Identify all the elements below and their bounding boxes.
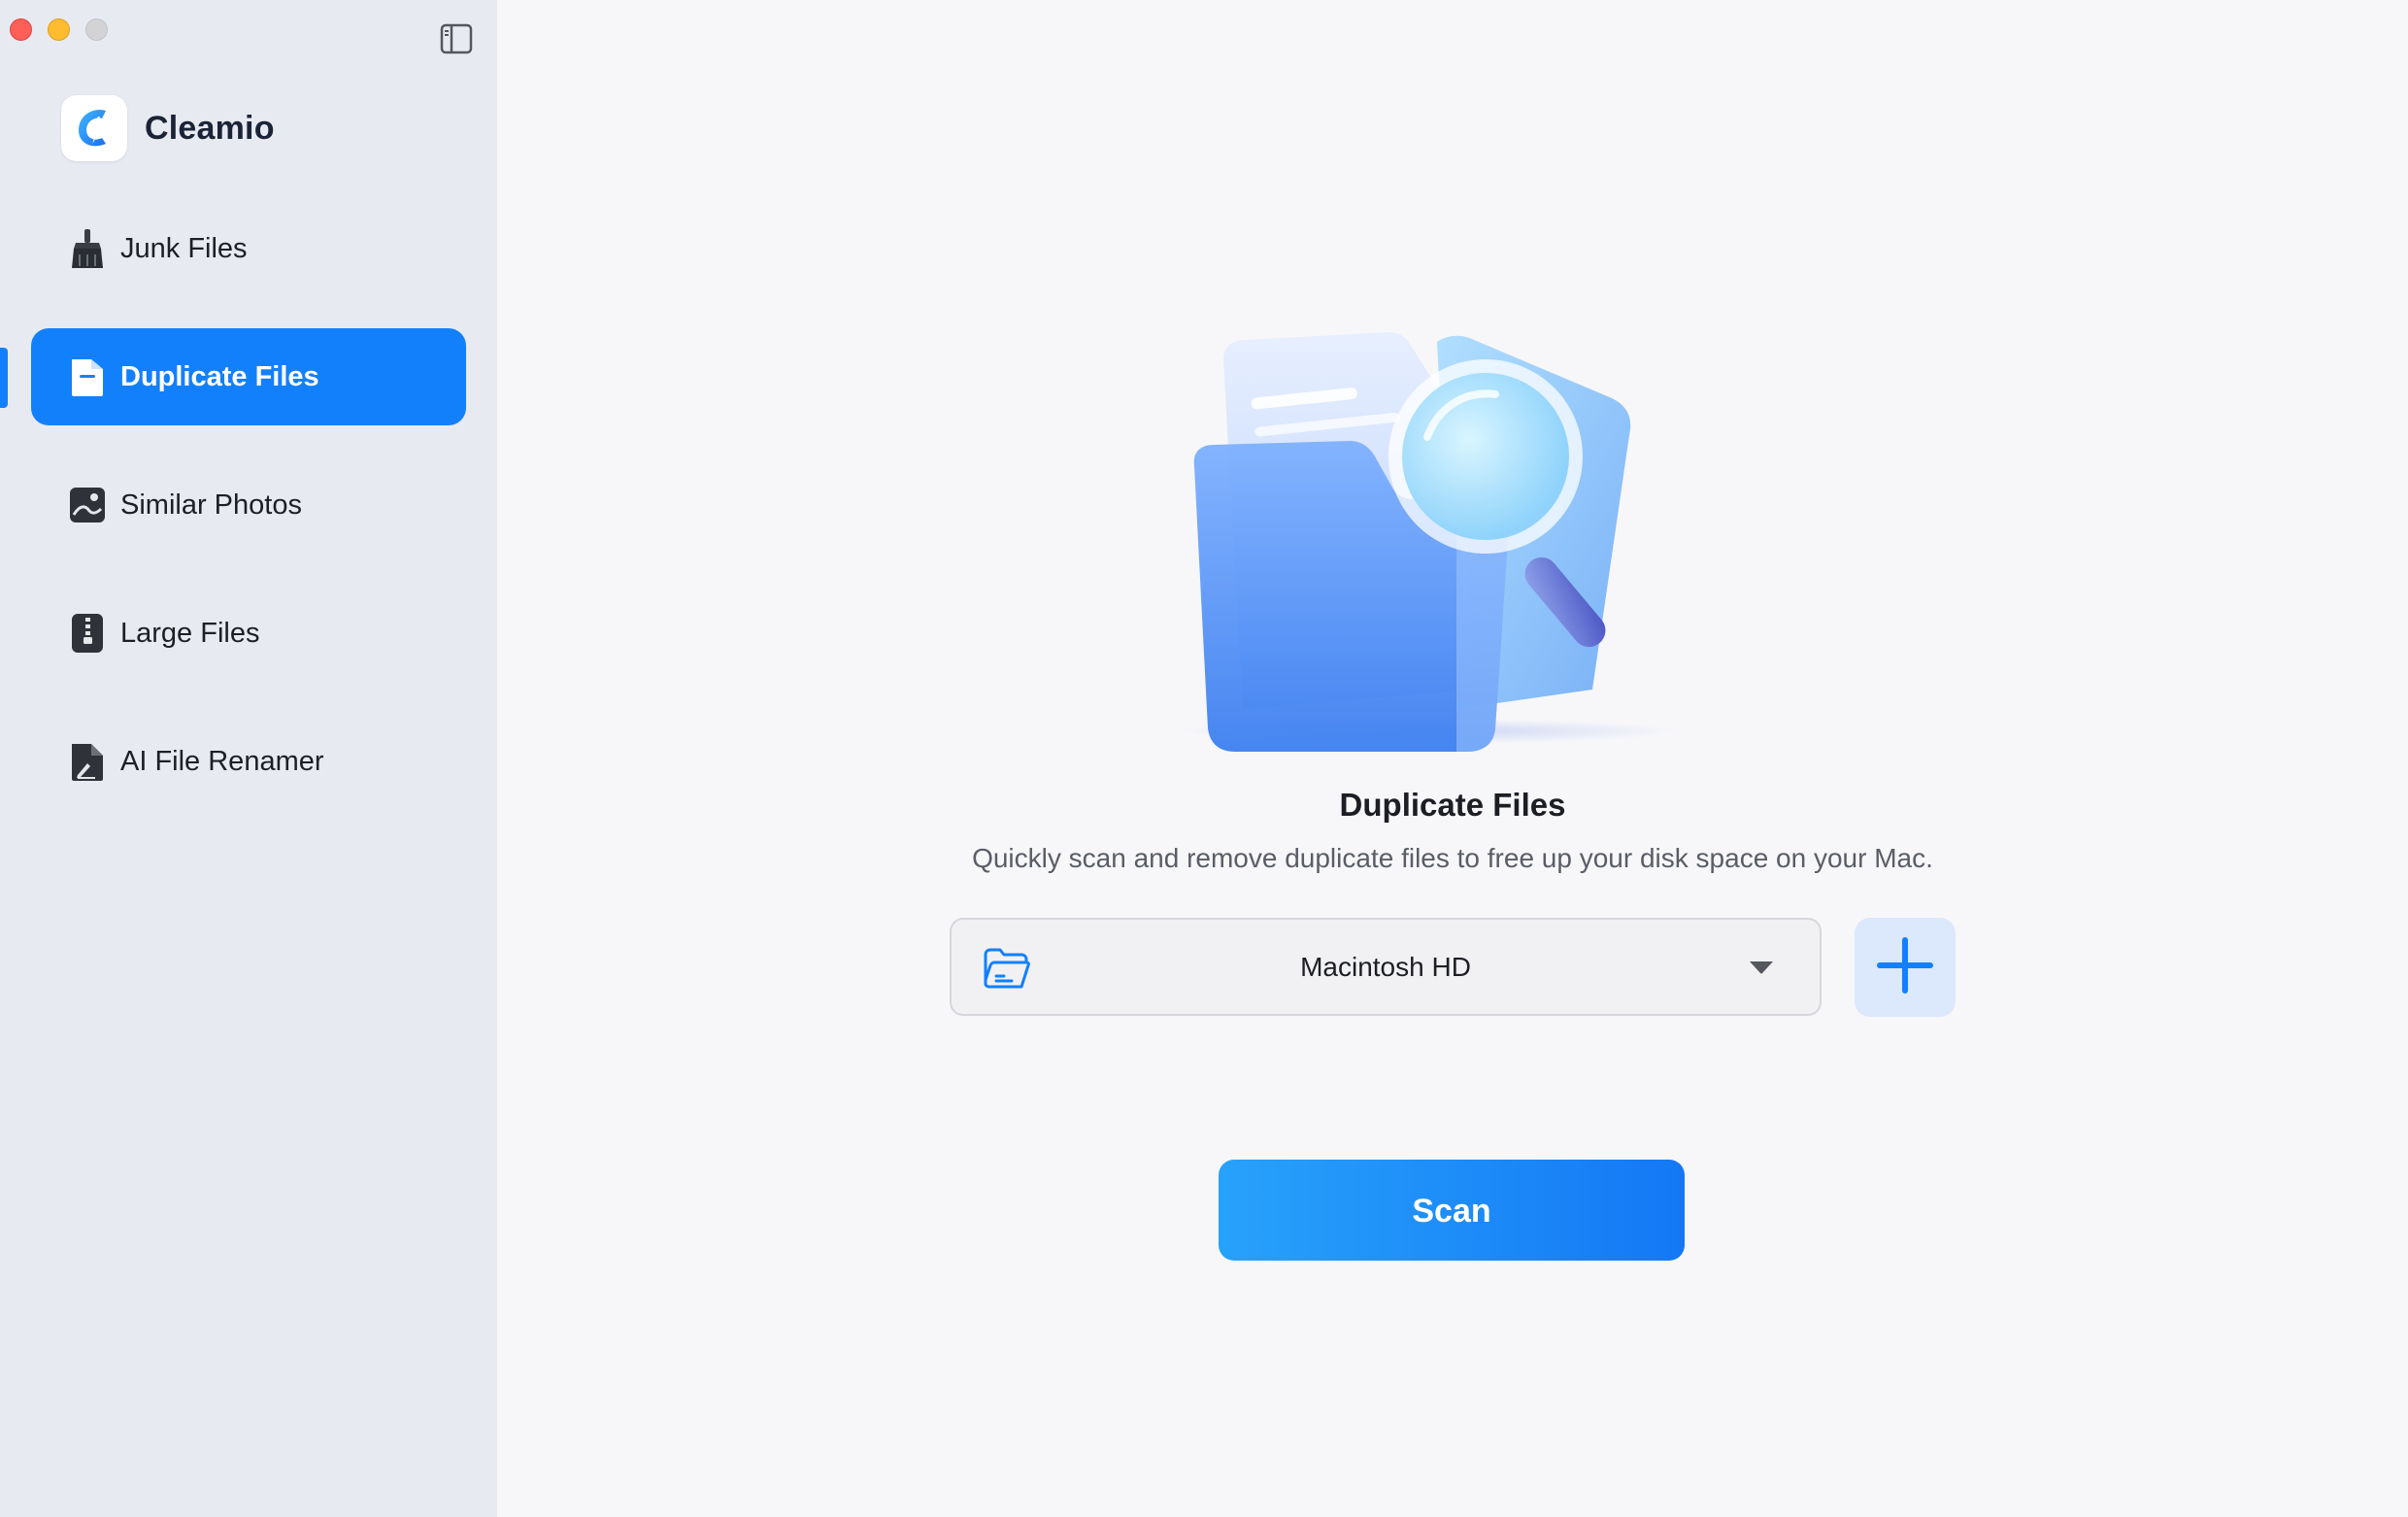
location-select[interactable]: Macintosh HD [950,918,1822,1016]
zip-file-icon [68,612,107,655]
location-select-value: Macintosh HD [1300,952,1471,982]
page-title: Duplicate Files [1339,787,1566,823]
sidebar-item-label: Similar Photos [120,489,302,521]
sidebar-item-label: Large Files [120,617,260,649]
minimize-window-button[interactable] [48,18,70,41]
sidebar: Cleamio Junk Files Duplicate Files Simil… [0,0,497,1517]
broom-icon [68,227,107,270]
folder-magnifier-illustration-icon [1165,320,1709,767]
sidebar-item-label: Junk Files [120,232,248,264]
plus-icon [1876,936,1934,999]
sidebar-item-ai-file-renamer[interactable]: AI File Renamer [31,713,466,810]
app-window: Cleamio Junk Files Duplicate Files Simil… [0,0,2408,1517]
sidebar-item-label: AI File Renamer [120,745,324,777]
app-name: Cleamio [145,109,275,147]
chevron-down-icon [1748,959,1775,976]
active-indicator [0,348,8,408]
add-location-button[interactable] [1855,918,1956,1017]
document-icon [68,355,107,398]
page-subtitle: Quickly scan and remove duplicate files … [972,843,1933,873]
photo-icon [68,484,107,526]
cleamio-logo-icon [61,95,127,161]
zoom-window-button[interactable] [85,18,108,41]
sidebar-toggle-icon[interactable] [440,22,473,55]
sidebar-item-large-files[interactable]: Large Files [31,585,466,682]
scan-button[interactable]: Scan [1219,1160,1685,1261]
brand: Cleamio [61,95,275,161]
sidebar-item-junk-files[interactable]: Junk Files [31,200,466,297]
sidebar-item-label: Duplicate Files [120,360,319,392]
sidebar-item-similar-photos[interactable]: Similar Photos [31,456,466,554]
close-window-button[interactable] [10,18,32,41]
sidebar-item-duplicate-files[interactable]: Duplicate Files [31,328,466,425]
rename-file-icon [68,740,107,783]
